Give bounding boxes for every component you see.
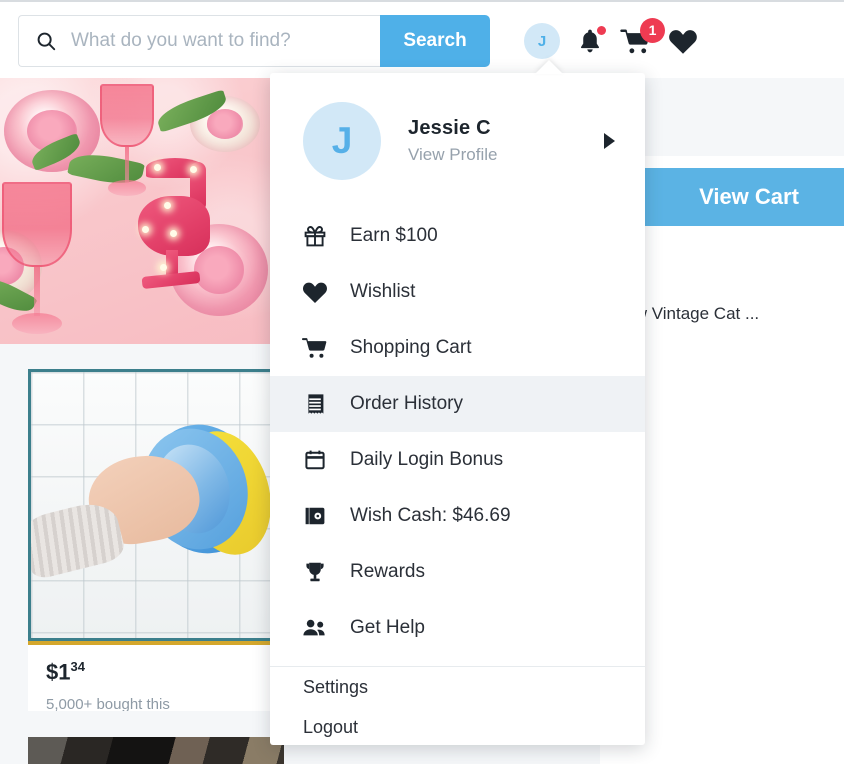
search-icon	[35, 30, 57, 52]
trophy-icon	[302, 560, 328, 584]
price-cents: 34	[70, 659, 85, 674]
menu-item-label: Daily Login Bonus	[350, 449, 504, 470]
product-card-pink[interactable]	[0, 78, 284, 344]
menu-item-logout[interactable]: Logout	[270, 707, 645, 747]
cart-icon	[302, 335, 328, 361]
caret-right-icon	[604, 132, 615, 149]
product-card-dark[interactable]	[28, 737, 284, 764]
menu-item-label: Shopping Cart	[350, 337, 472, 358]
heart-icon	[302, 280, 328, 304]
notification-dot-badge	[597, 26, 606, 35]
menu-item-daily-login-bonus[interactable]: Daily Login Bonus	[270, 432, 645, 488]
dropdown-view-profile-link[interactable]: View Profile	[408, 145, 604, 165]
menu-item-wish-cash[interactable]: Wish Cash: $46.69	[270, 488, 645, 544]
menu-item-order-history[interactable]: Order History	[270, 376, 645, 432]
menu-item-label: Wish Cash: $46.69	[350, 505, 511, 526]
search-bar: Search	[18, 15, 490, 67]
dropdown-pointer	[535, 60, 563, 74]
menu-item-earn[interactable]: Earn $100	[270, 208, 645, 264]
product-image-sponge	[28, 369, 284, 641]
menu-item-rewards[interactable]: Rewards	[270, 544, 645, 600]
product-bought-count: 5,000+ bought this	[46, 696, 170, 711]
wishlist-button[interactable]	[668, 27, 698, 55]
site-header: Search J	[0, 2, 844, 78]
card-accent-stripe	[28, 641, 284, 645]
dropdown-profile-text: Jessie C View Profile	[408, 117, 604, 165]
calendar-icon	[302, 448, 328, 472]
cart-button[interactable]: 1	[620, 17, 665, 56]
menu-item-label: Wishlist	[350, 281, 416, 302]
dropdown-profile-row[interactable]: J Jessie C View Profile	[270, 73, 645, 208]
app-root: $134 5,000+ bought this View Cart New Vi…	[0, 0, 844, 764]
product-card-sponge[interactable]: $134 5,000+ bought this	[28, 369, 284, 711]
menu-item-settings[interactable]: Settings	[270, 667, 645, 707]
suggested-product-title: New Vintage Cat ...	[613, 304, 760, 323]
menu-item-shopping-cart[interactable]: Shopping Cart	[270, 320, 645, 376]
wallet-icon	[302, 504, 328, 528]
account-dropdown-menu: J Jessie C View Profile Earn $100 Wishli…	[270, 60, 645, 747]
product-image-pink	[0, 78, 284, 344]
menu-item-label: Rewards	[350, 561, 425, 582]
view-cart-button[interactable]: View Cart	[613, 168, 844, 226]
gift-icon	[302, 224, 328, 248]
cart-count-badge: 1	[640, 17, 665, 43]
menu-item-label: Order History	[350, 393, 463, 414]
menu-item-wishlist[interactable]: Wishlist	[270, 264, 645, 320]
search-button[interactable]: Search	[380, 15, 490, 67]
heart-icon	[668, 27, 698, 55]
search-input[interactable]	[57, 30, 380, 52]
dropdown-user-name: Jessie C	[408, 116, 491, 139]
menu-item-label: Earn $100	[350, 225, 438, 246]
header-avatar[interactable]: J	[524, 23, 560, 59]
dropdown-avatar: J	[303, 101, 381, 180]
product-price: $134	[46, 659, 85, 685]
menu-item-label: Get Help	[350, 617, 425, 638]
price-main: $1	[46, 659, 71, 685]
notifications-button[interactable]	[576, 26, 606, 55]
search-field[interactable]	[18, 15, 380, 67]
menu-item-get-help[interactable]: Get Help	[270, 600, 645, 656]
receipt-icon	[302, 392, 328, 416]
product-image-dark	[28, 737, 284, 764]
people-icon	[302, 616, 328, 640]
